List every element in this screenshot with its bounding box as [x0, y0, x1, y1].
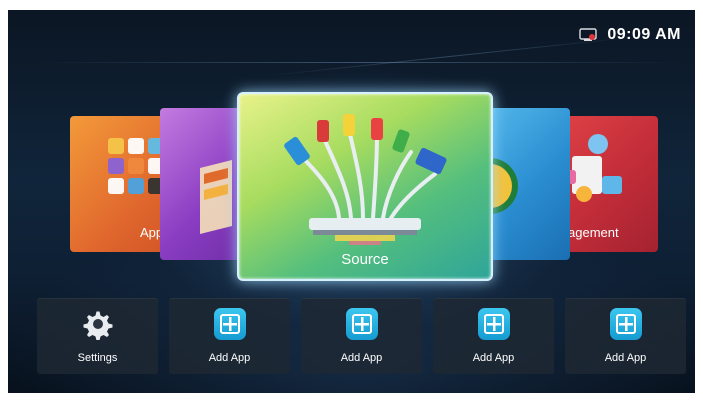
- add-app-icon: [345, 308, 378, 340]
- add-app-label: Add App: [340, 352, 383, 364]
- source-card-label: Source: [341, 251, 389, 268]
- status-bar: 09:09 AM: [579, 26, 681, 44]
- decorative-line: [40, 62, 680, 63]
- screen-border: [0, 393, 703, 401]
- ethernet-disconnected-icon: [579, 28, 598, 41]
- add-app-icon: [609, 308, 642, 340]
- add-app-icon: [477, 308, 510, 340]
- add-app-label: Add App: [604, 352, 647, 364]
- gear-icon: [83, 311, 112, 340]
- add-app-icon: [213, 308, 246, 340]
- screen-border: [0, 0, 703, 10]
- clock-time: 09:09 AM: [607, 26, 681, 43]
- app-management-card-label: agement: [568, 225, 619, 240]
- add-app-shortcut[interactable]: Add App: [169, 298, 290, 374]
- screen-border: [0, 0, 8, 401]
- screen-border: [695, 0, 703, 401]
- add-app-shortcut[interactable]: Add App: [565, 298, 686, 374]
- add-app-shortcut[interactable]: Add App: [301, 298, 422, 374]
- add-app-label: Add App: [208, 352, 251, 364]
- add-app-shortcut[interactable]: Add App: [433, 298, 554, 374]
- settings-shortcut[interactable]: Settings: [37, 298, 158, 374]
- add-app-label: Add App: [472, 352, 515, 364]
- source-card[interactable]: Source: [237, 92, 493, 281]
- settings-label: Settings: [77, 352, 118, 364]
